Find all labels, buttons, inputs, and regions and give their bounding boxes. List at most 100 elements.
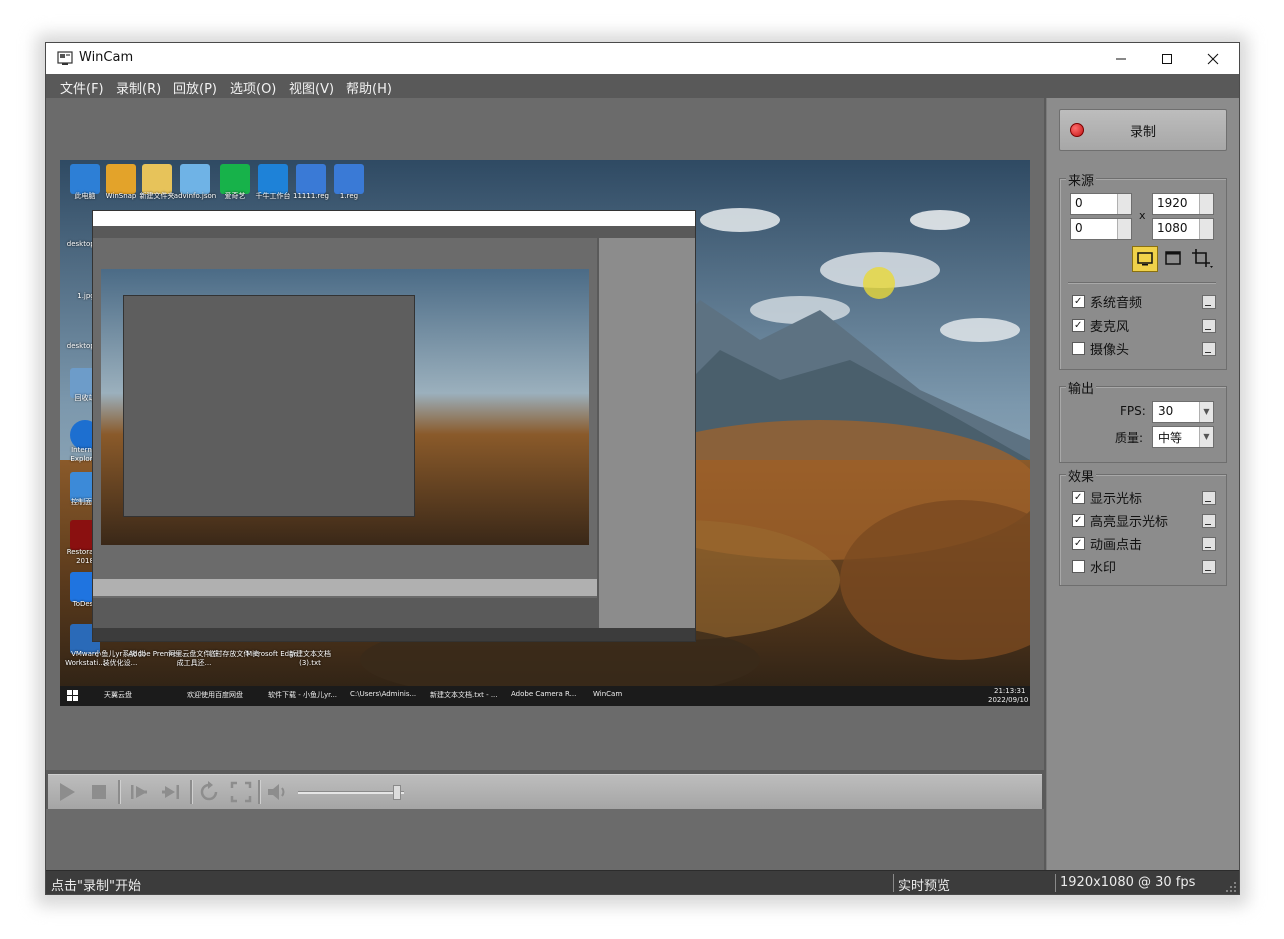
microphone-settings-button[interactable] (1202, 319, 1216, 333)
menu-bar: 文件(F) 录制(R) 回放(P) 选项(O) 视图(V) 帮助(H) (46, 74, 1239, 98)
skip-end-icon[interactable] (160, 781, 182, 803)
menu-help[interactable]: 帮助(H) (346, 78, 392, 97)
title-bar[interactable]: WinCam (46, 43, 1239, 74)
animate-clicks-checkbox[interactable]: 动画点击 (1072, 535, 1143, 553)
cursor-highlight (863, 267, 895, 299)
watermark-settings-button[interactable] (1202, 560, 1216, 574)
animate-clicks-settings-button[interactable] (1202, 537, 1216, 551)
spin-arrows-icon[interactable] (1117, 219, 1131, 239)
source-height-value: 1080 (1157, 221, 1188, 235)
menu-options[interactable]: 选项(O) (230, 78, 276, 97)
minimize-icon (1116, 58, 1126, 59)
show-cursor-settings-button[interactable] (1202, 491, 1216, 505)
volume-slider[interactable] (298, 785, 404, 800)
resize-grip-icon[interactable] (1225, 881, 1237, 893)
volume-track (298, 791, 404, 794)
playback-toolbar (48, 774, 1042, 810)
taskbar-item: 软件下载 - 小鱼儿yr... (268, 691, 338, 699)
system-audio-label: 系统音频 (1090, 295, 1143, 311)
source-height-input[interactable]: 1080 (1152, 218, 1214, 240)
wincam-app-icon (57, 51, 73, 65)
system-audio-settings-button[interactable] (1202, 295, 1216, 309)
fullscreen-icon[interactable] (230, 781, 252, 803)
taskbar-clock-time: 21:13:31 (994, 687, 1026, 695)
crop-icon[interactable] (1190, 247, 1214, 269)
microphone-check[interactable] (1072, 318, 1085, 332)
camera-checkbox[interactable]: 摄像头 (1072, 340, 1129, 358)
minimize-button[interactable] (1098, 43, 1144, 74)
output-group-label: 输出 (1066, 378, 1097, 397)
json-file-icon (180, 164, 210, 194)
group-divider (1068, 282, 1216, 284)
window-icon[interactable] (1163, 249, 1183, 267)
winsnap-icon (106, 164, 136, 194)
source-group: 来源 0 0 x 1920 1080 ✓ 系统音频 ✓ 麦克风 摄像头 (1059, 170, 1227, 370)
taskbar-item: 欢迎使用百度网盘 (187, 691, 243, 699)
source-width-input[interactable]: 1920 (1152, 193, 1214, 215)
show-cursor-checkbox[interactable]: 显示光标 (1072, 489, 1142, 507)
spin-arrows-icon[interactable] (1117, 194, 1131, 214)
play-icon[interactable] (56, 781, 78, 803)
fps-select[interactable]: 30 ▼ (1152, 401, 1214, 423)
record-button-label: 录制 (1129, 125, 1156, 140)
spin-arrows-icon[interactable] (1199, 219, 1213, 239)
maximize-button[interactable] (1144, 43, 1190, 74)
source-y-input[interactable]: 0 (1070, 218, 1132, 240)
desktop-icon-label: 新建文本文档 (3).txt (289, 650, 331, 667)
status-separator (893, 874, 894, 892)
quality-label: 质量: (1115, 431, 1144, 445)
taskbar-item: C:\Users\Adminis... (350, 690, 417, 698)
reg-file-icon (296, 164, 326, 194)
camera-settings-button[interactable] (1202, 342, 1216, 356)
watermark-checkbox[interactable]: 水印 (1072, 558, 1116, 576)
volume-icon[interactable] (266, 781, 288, 803)
fullscreen-mode-button[interactable] (1132, 246, 1158, 272)
iqiyi-icon (220, 164, 250, 194)
skip-start-icon[interactable] (128, 781, 150, 803)
microphone-checkbox[interactable]: 麦克风 (1072, 317, 1130, 335)
output-group: 输出 FPS: 30 ▼ 质量: 中等 ▼ (1059, 378, 1227, 463)
menu-file[interactable]: 文件(F) (60, 78, 104, 97)
highlight-cursor-settings-button[interactable] (1202, 514, 1216, 528)
source-x-value: 0 (1075, 196, 1083, 210)
toolbar-separator (190, 780, 193, 804)
taskbar-item: Adobe Camera R... (511, 690, 577, 698)
spin-arrows-icon[interactable] (1199, 194, 1213, 214)
animate-clicks-label: 动画点击 (1090, 537, 1143, 553)
status-separator (1055, 874, 1056, 892)
window-title: WinCam (79, 50, 134, 65)
monitor-icon (1137, 252, 1153, 266)
preview-area: 此电脑 WinSnap 新建文件夹 advinfo.json 爱奇艺 千牛工作台… (46, 98, 1044, 770)
volume-slider-thumb[interactable] (393, 785, 401, 800)
menu-playback[interactable]: 回放(P) (173, 78, 217, 97)
close-button[interactable] (1190, 43, 1236, 74)
toolbar-separator (118, 780, 121, 804)
source-x-input[interactable]: 0 (1070, 193, 1132, 215)
preview-taskbar: 天翼云盘 欢迎使用百度网盘 软件下载 - 小鱼儿yr... C:\Users\A… (60, 686, 1030, 706)
quality-select[interactable]: 中等 ▼ (1152, 426, 1214, 448)
reg-file-icon (334, 164, 364, 194)
record-button[interactable]: 录制 (1059, 109, 1227, 151)
status-resolution: 1920x1080 @ 30 fps (1060, 875, 1196, 890)
chevron-down-icon[interactable]: ▼ (1199, 427, 1213, 447)
highlight-cursor-check[interactable] (1072, 513, 1085, 527)
desktop-icon-label: 1.reg (339, 192, 359, 200)
this-pc-icon (70, 164, 100, 194)
watermark-check[interactable] (1072, 559, 1085, 573)
taskbar-clock-date: 2022/09/10 (988, 696, 1029, 704)
loop-icon[interactable] (198, 781, 220, 803)
menu-record[interactable]: 录制(R) (116, 78, 161, 97)
menu-view[interactable]: 视图(V) (289, 78, 334, 97)
animate-clicks-check[interactable] (1072, 536, 1085, 550)
toolbar-separator (258, 780, 261, 804)
nested-wincam-window (92, 210, 696, 642)
stop-icon[interactable] (88, 781, 110, 803)
microphone-label: 麦克风 (1090, 319, 1130, 335)
highlight-cursor-checkbox[interactable]: 高亮显示光标 (1072, 512, 1168, 530)
chevron-down-icon[interactable]: ▼ (1199, 402, 1213, 422)
system-audio-check[interactable] (1072, 294, 1085, 308)
show-cursor-check[interactable] (1072, 490, 1085, 504)
camera-check[interactable] (1072, 341, 1085, 355)
effects-group-label: 效果 (1066, 466, 1097, 485)
system-audio-checkbox[interactable]: 系统音频 (1072, 293, 1143, 311)
